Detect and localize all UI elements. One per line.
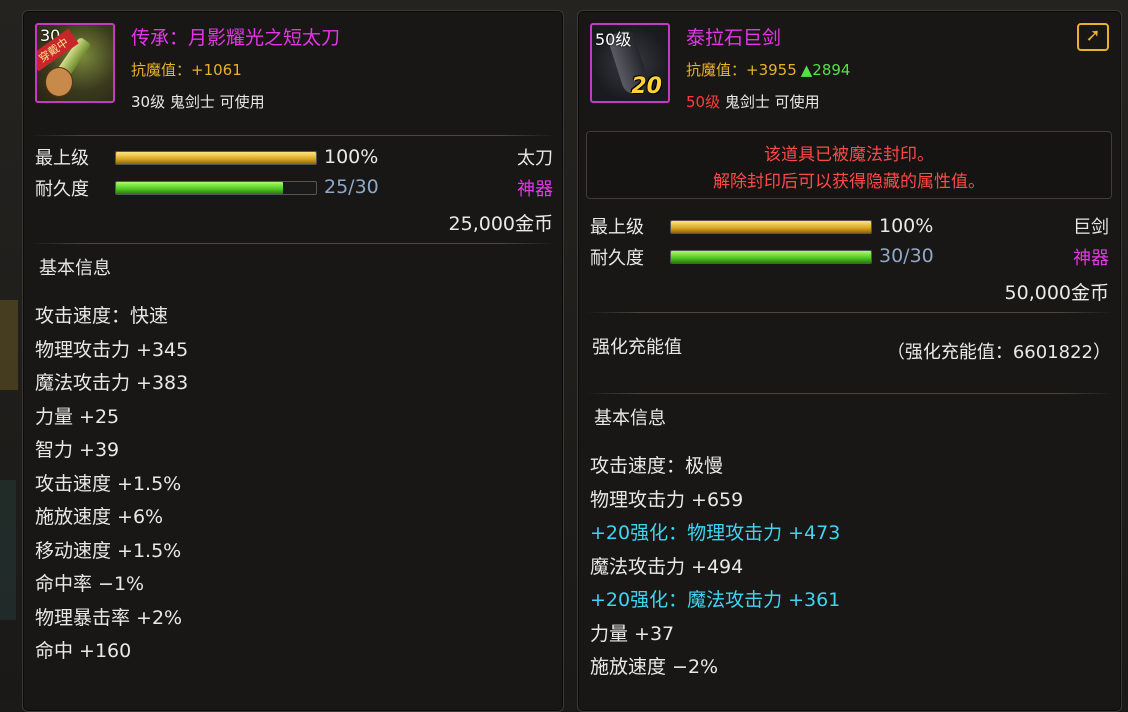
grade-bar	[115, 151, 317, 165]
stat-line: 力量 +25	[35, 405, 120, 428]
stat-line: 移动速度 +1.5%	[35, 539, 182, 562]
reinforce-title: 强化充能值	[592, 337, 682, 358]
divider	[31, 135, 555, 136]
divider	[31, 243, 555, 244]
background-decoration	[0, 480, 16, 620]
durability-bar	[115, 181, 317, 195]
grade-label: 最上级	[590, 217, 644, 238]
item-type: 巨剑	[1073, 217, 1109, 238]
grade-label: 最上级	[35, 148, 89, 169]
durability-label: 耐久度	[35, 179, 89, 200]
background-decoration	[0, 300, 18, 390]
basic-info-title: 基本信息	[39, 258, 111, 279]
durability-bar-fill	[116, 182, 283, 194]
durability-bar	[670, 250, 872, 264]
durability-label: 耐久度	[590, 248, 644, 269]
grade-percent: 100%	[324, 146, 379, 168]
seal-notice: 该道具已被魔法封印。 解除封印后可以获得隐藏的属性值。	[586, 131, 1112, 199]
stat-line: 智力 +39	[35, 439, 120, 461]
reinforce-value: （强化充能值：6601822）	[886, 342, 1111, 363]
icon-level: 50级	[595, 30, 632, 49]
item-name: 泰拉石巨剑	[686, 27, 782, 49]
requirement: 50级 鬼剑士 可使用	[686, 91, 820, 112]
magic-resist: 抗魔值：+3955 ▲2894	[686, 59, 850, 80]
divider	[586, 393, 1113, 394]
stat-line: 物理攻击力 +345	[35, 338, 189, 361]
resist-value: +1061	[191, 61, 242, 79]
stat-line: 攻击速度 +1.5%	[35, 472, 182, 495]
seal-line-2: 解除封印后可以获得隐藏的属性值。	[713, 172, 985, 192]
requirement: 30级 鬼剑士 可使用	[131, 91, 265, 112]
item-name: 传承：月影耀光之短太刀	[131, 27, 341, 49]
stat-line: 施放速度 −2%	[590, 656, 719, 678]
divider	[586, 312, 1113, 313]
stat-line: 魔法攻击力 +383	[35, 372, 189, 394]
reinforce-stat-line: +20强化：物理攻击力 +473	[590, 522, 841, 544]
upgrade-level: 20	[631, 74, 662, 99]
stat-line: 物理暴击率 +2%	[35, 606, 183, 629]
durability-value: 25/30	[324, 176, 379, 198]
magic-resist: 抗魔值：+1061	[131, 59, 242, 80]
stat-line: 物理攻击力 +659	[590, 488, 744, 511]
grade-bar-fill	[671, 221, 871, 233]
item-icon[interactable]: 50级 20	[590, 23, 670, 103]
resist-value: +3955	[746, 61, 797, 79]
stat-line: 施放速度 +6%	[35, 506, 164, 528]
stat-line: 攻击速度：极慢	[590, 455, 724, 477]
grade-bar	[670, 220, 872, 234]
rarity: 神器	[1073, 248, 1109, 269]
stat-line: 力量 +37	[590, 622, 675, 645]
rarity: 神器	[517, 179, 553, 200]
item-type: 太刀	[517, 148, 553, 169]
resist-label: 抗魔值：	[686, 61, 747, 79]
resist-increase: ▲2894	[800, 61, 851, 79]
seal-line-1: 该道具已被魔法封印。	[764, 145, 934, 165]
mask-icon	[45, 67, 73, 97]
share-icon[interactable]: ➚	[1077, 23, 1109, 51]
required-level: 30级	[131, 93, 166, 111]
resist-label: 抗魔值：	[131, 61, 192, 79]
required-class: 鬼剑士 可使用	[165, 93, 265, 111]
required-level: 50级	[686, 93, 721, 111]
price: 25,000金币	[448, 213, 553, 235]
stat-line: 魔法攻击力 +494	[590, 555, 744, 578]
stat-line: 攻击速度：快速	[35, 305, 169, 327]
grade-bar-fill	[116, 152, 316, 164]
reinforce-stat-line: +20强化：魔法攻击力 +361	[590, 589, 841, 611]
basic-info-title: 基本信息	[594, 408, 666, 429]
grade-percent: 100%	[879, 215, 934, 237]
stat-line: 命中率 −1%	[35, 573, 145, 595]
item-icon[interactable]: 30 穿戴中	[35, 23, 115, 103]
durability-value: 30/30	[879, 245, 934, 267]
compare-item-tooltip: 50级 20 泰拉石巨剑 抗魔值：+3955 ▲2894 50级 鬼剑士 可使用 …	[577, 10, 1122, 712]
required-class: 鬼剑士 可使用	[720, 93, 820, 111]
equipped-item-tooltip: 30 穿戴中 传承：月影耀光之短太刀 抗魔值：+1061 30级 鬼剑士 可使用…	[22, 10, 564, 712]
stat-line: 命中 +160	[35, 640, 132, 662]
price: 50,000金币	[1004, 282, 1109, 304]
durability-bar-fill	[671, 251, 871, 263]
